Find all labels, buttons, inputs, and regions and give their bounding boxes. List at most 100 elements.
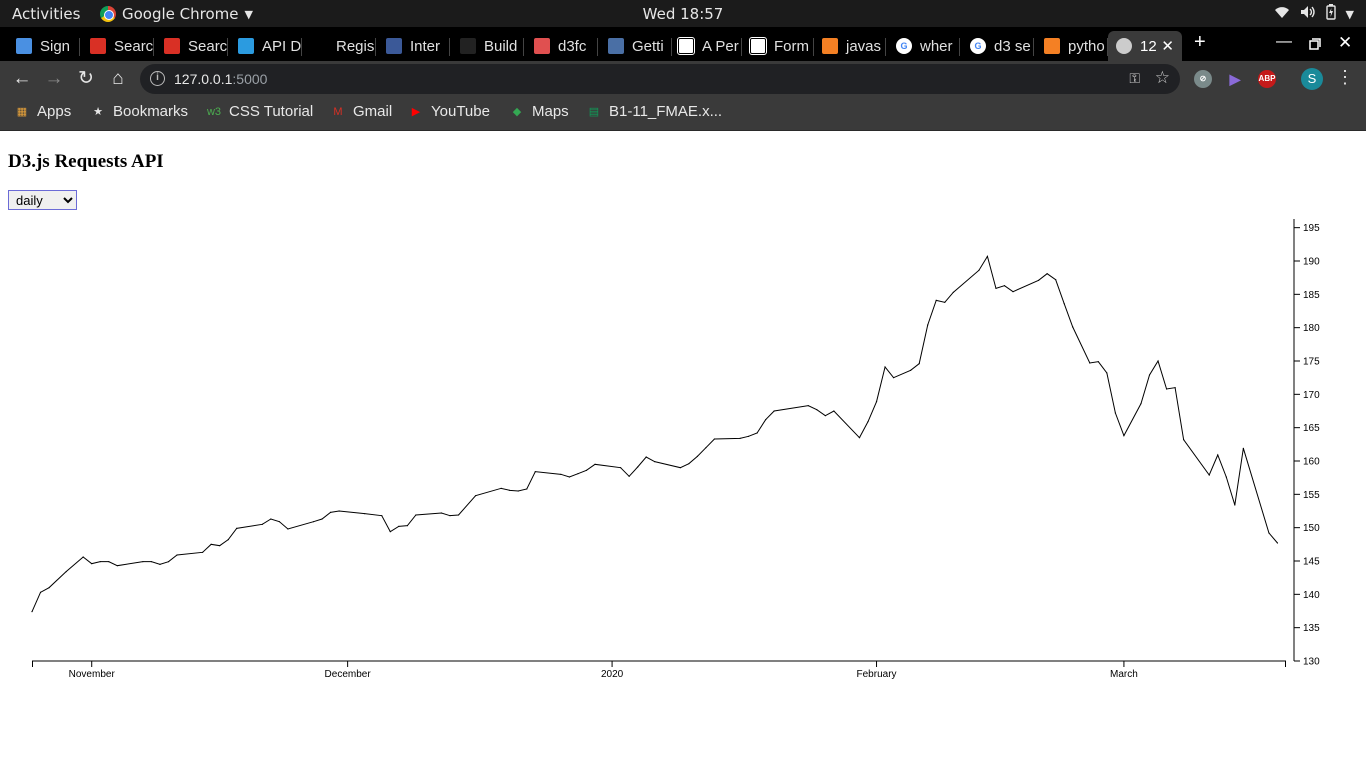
data-point xyxy=(159,563,161,565)
activities-button[interactable]: Activities xyxy=(12,5,80,23)
browser-tab[interactable]: d3fc xyxy=(526,31,598,61)
tab-separator xyxy=(227,38,228,56)
tab-title: Getti xyxy=(632,37,664,55)
tab-title: 12 xyxy=(1140,37,1157,55)
browser-tab[interactable]: Regis xyxy=(304,31,376,61)
bookmark-item[interactable]: ▶ YouTube xyxy=(408,103,490,120)
extension-icon-1[interactable]: ⊘ xyxy=(1194,70,1212,88)
browser-tab[interactable]: Form xyxy=(742,31,814,61)
data-point xyxy=(150,561,153,563)
chrome-menu-icon[interactable]: ⋮ xyxy=(1336,67,1354,88)
data-point xyxy=(108,561,110,563)
data-point xyxy=(91,563,93,565)
browser-tab[interactable]: Gd3 se xyxy=(962,31,1034,61)
data-point xyxy=(1165,388,1168,390)
caret-down-icon: ▼ xyxy=(1345,7,1354,21)
profile-avatar[interactable]: S xyxy=(1301,68,1323,90)
password-key-icon[interactable]: ⚿ xyxy=(1129,70,1140,87)
data-point xyxy=(935,299,937,301)
data-point xyxy=(517,490,519,492)
data-point xyxy=(364,513,366,515)
data-point xyxy=(389,531,391,533)
wifi-icon xyxy=(1274,5,1290,23)
data-point xyxy=(176,554,178,556)
maps-icon: ◆ xyxy=(512,106,522,118)
data-point xyxy=(1072,326,1074,328)
data-point xyxy=(620,467,622,469)
forward-button[interactable]: → xyxy=(42,67,66,91)
extension-cursor-icon[interactable]: ▶ xyxy=(1226,70,1244,88)
data-point xyxy=(415,514,417,516)
page-title: D3.js Requests API xyxy=(8,151,164,172)
browser-tab[interactable]: javas xyxy=(814,31,886,61)
close-tab-icon[interactable]: ✕ xyxy=(1161,37,1174,55)
adblock-icon[interactable]: ABP xyxy=(1258,70,1276,88)
minimize-window-button[interactable]: — xyxy=(1276,33,1292,51)
data-point xyxy=(321,518,323,520)
browser-tab[interactable]: Sign xyxy=(8,31,80,61)
home-button[interactable]: ⌂ xyxy=(106,67,130,91)
x-tick-label: December xyxy=(325,669,372,680)
browser-tab-active[interactable]: 12 ✕ xyxy=(1108,31,1182,61)
data-point xyxy=(1003,285,1006,287)
data-point xyxy=(440,512,443,514)
app-menu[interactable]: Google Chrome ▼ xyxy=(100,5,253,23)
y-tick-label: 150 xyxy=(1303,523,1320,534)
bookmark-item[interactable]: ★ Bookmarks xyxy=(90,103,188,120)
back-button[interactable]: ← xyxy=(10,67,34,91)
data-point xyxy=(858,437,861,439)
battery-icon xyxy=(1325,4,1336,24)
tab-separator xyxy=(523,38,524,56)
system-top-bar: Activities Google Chrome ▼ Wed 18:57 ▼ xyxy=(0,0,1366,27)
data-point xyxy=(338,510,340,512)
browser-tab[interactable]: pytho xyxy=(1036,31,1108,61)
star-icon: ★ xyxy=(93,106,103,118)
data-point xyxy=(892,377,895,379)
bookmark-item[interactable]: ▤ B1-11_FMAE.x... xyxy=(586,103,722,120)
data-point xyxy=(1123,435,1125,437)
browser-tab[interactable]: Searc xyxy=(82,31,154,61)
data-point xyxy=(679,467,681,469)
bookmark-item[interactable]: ◆ Maps xyxy=(509,103,569,120)
browser-tab[interactable]: Gwher xyxy=(888,31,960,61)
data-point xyxy=(219,545,221,547)
tab-separator xyxy=(597,38,598,56)
globe-icon xyxy=(1116,38,1132,54)
data-point xyxy=(824,415,826,417)
data-point xyxy=(713,438,716,440)
site-info-icon[interactable]: i xyxy=(150,71,165,86)
bookmark-item[interactable]: M Gmail xyxy=(330,103,392,120)
system-tray[interactable]: ▼ xyxy=(1274,4,1354,24)
browser-tab[interactable]: API D xyxy=(230,31,302,61)
browser-tab[interactable]: Searc xyxy=(156,31,228,61)
data-point xyxy=(816,409,818,411)
data-point xyxy=(1046,273,1048,275)
data-point xyxy=(568,476,571,478)
d3fc-icon xyxy=(534,38,550,54)
reload-button[interactable]: ↻ xyxy=(74,67,98,91)
bookmark-item[interactable]: w3 CSS Tutorial xyxy=(206,103,313,120)
browser-tab[interactable]: A Per xyxy=(670,31,742,61)
data-point xyxy=(1114,412,1116,414)
address-bar[interactable]: i 127.0.0.1:5000 ⚿ ☆ xyxy=(140,64,1180,94)
tab-separator xyxy=(1033,38,1034,56)
bookmark-item[interactable]: ▦ Apps xyxy=(14,103,71,120)
url-text[interactable]: 127.0.0.1:5000 xyxy=(174,71,267,87)
browser-tab[interactable]: Build xyxy=(452,31,524,61)
browser-tab[interactable]: Getti xyxy=(600,31,672,61)
tab-title: Inter xyxy=(410,37,441,55)
data-point xyxy=(1106,372,1108,374)
maximize-window-button[interactable] xyxy=(1309,33,1321,56)
browser-tab[interactable]: Inter xyxy=(378,31,450,61)
close-window-button[interactable]: ✕ xyxy=(1338,33,1352,53)
frequency-select[interactable]: daily xyxy=(8,190,77,210)
new-tab-button[interactable]: + xyxy=(1194,31,1206,54)
tab-separator xyxy=(449,38,450,56)
bookmark-star-icon[interactable]: ☆ xyxy=(1155,68,1170,88)
data-point xyxy=(1183,439,1185,441)
y-tick-label: 195 xyxy=(1303,223,1320,234)
data-point xyxy=(82,556,84,558)
codepen-icon xyxy=(749,37,767,55)
data-point xyxy=(116,565,118,567)
tab-title: API D xyxy=(262,37,302,55)
